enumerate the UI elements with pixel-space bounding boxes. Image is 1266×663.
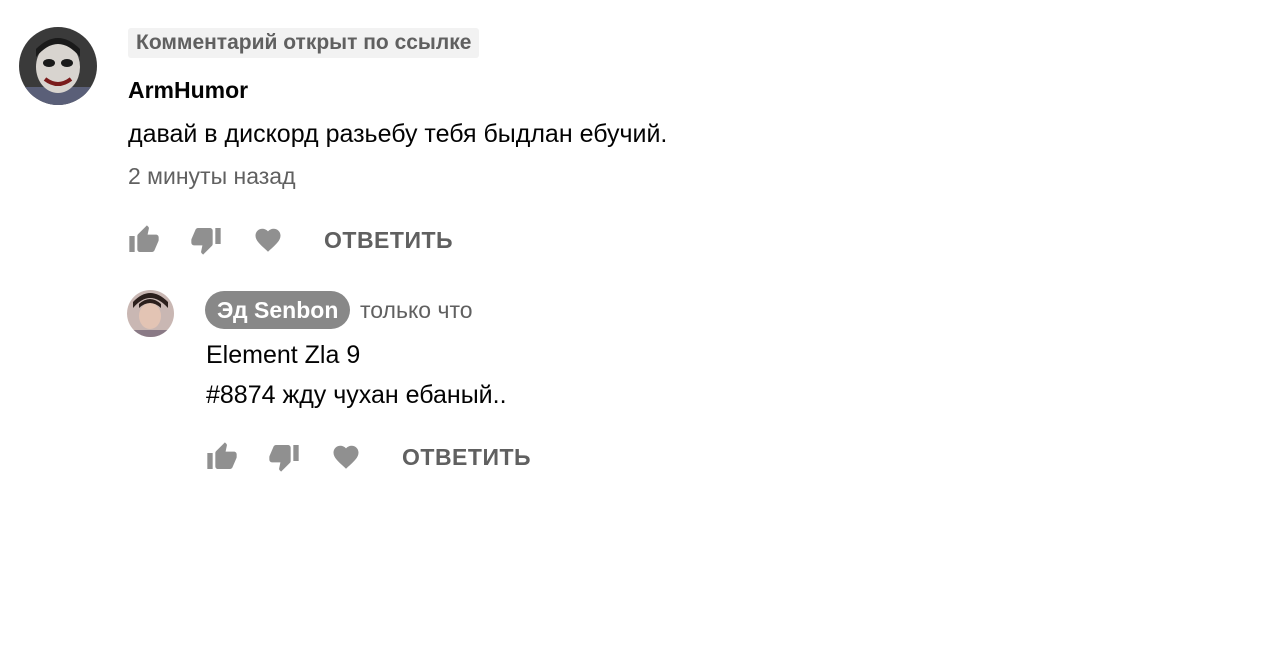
reply-heart-button[interactable] [328, 439, 364, 475]
reply-text-line: Element Zla 9 [206, 341, 361, 369]
thumbs-up-icon [207, 442, 237, 469]
linked-comment-badge: Комментарий открыт по ссылке [128, 28, 480, 58]
thumbs-up-icon [129, 225, 159, 252]
heart-icon [255, 228, 281, 252]
commenter-avatar[interactable] [19, 27, 97, 105]
comment-actions: ОТВЕТИТЬ [126, 222, 453, 258]
comment-text: давай в дискорд разьебу тебя быдлан ебуч… [128, 120, 668, 148]
reply-dislike-button[interactable] [266, 439, 302, 475]
reply-reply-button[interactable]: ОТВЕТИТЬ [402, 444, 531, 471]
heart-button[interactable] [250, 222, 286, 258]
comment-timestamp[interactable]: 2 минуты назад [128, 163, 296, 190]
like-button[interactable] [126, 222, 162, 258]
heart-icon [333, 445, 359, 469]
reply-author-chip[interactable]: Эд Senbon [205, 291, 351, 329]
reply-button[interactable]: ОТВЕТИТЬ [324, 227, 453, 254]
thumbs-down-icon [269, 445, 299, 472]
comment-author[interactable]: ArmHumor [128, 77, 248, 104]
reply-author-avatar[interactable] [127, 290, 174, 337]
reply-text-line: #8874 жду чухан ебаный.. [206, 381, 507, 409]
reply-like-button[interactable] [204, 439, 240, 475]
reply-actions: ОТВЕТИТЬ [204, 439, 531, 475]
reply-timestamp[interactable]: только что [360, 297, 473, 324]
thumbs-down-icon [191, 228, 221, 255]
dislike-button[interactable] [188, 222, 224, 258]
